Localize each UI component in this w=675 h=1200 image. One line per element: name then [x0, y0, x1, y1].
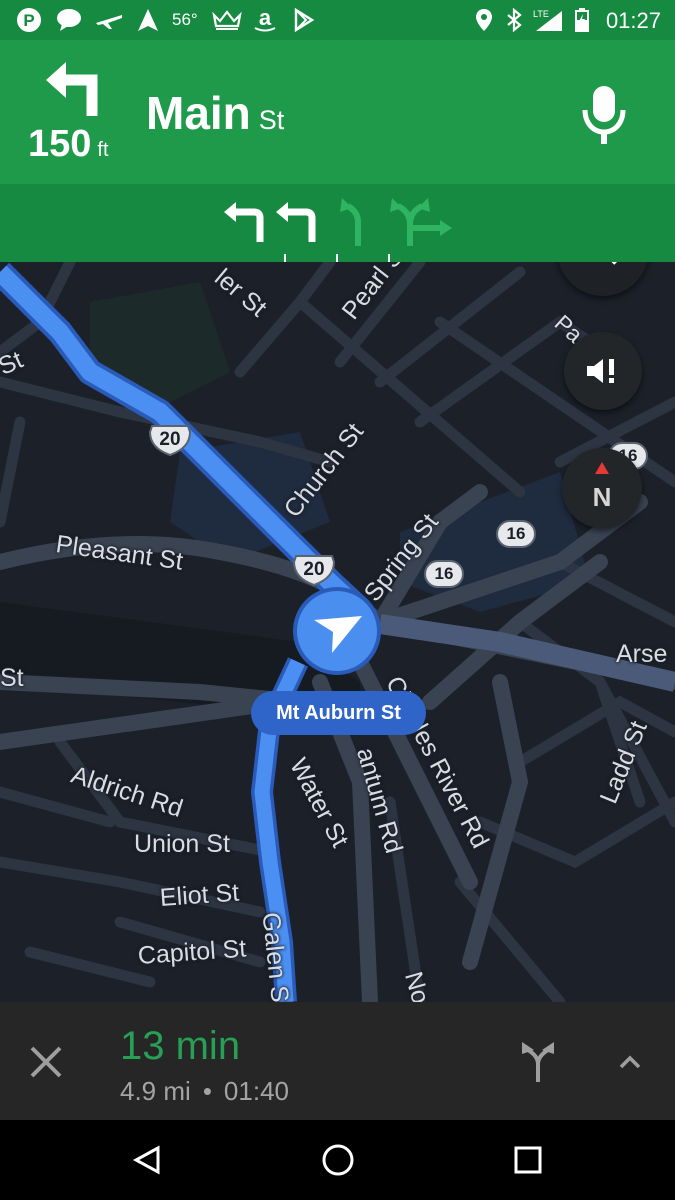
svg-text:N: N [593, 482, 612, 512]
clock-text: 01:27 [605, 8, 661, 33]
cellular-signal-icon: LTE [530, 8, 564, 32]
system-navigation-bar [0, 1120, 675, 1200]
us-route-shield: 20 [292, 554, 336, 587]
lane-divider [388, 254, 390, 262]
home-circle-icon [322, 1144, 354, 1176]
turn-left-arrow-icon [42, 54, 104, 123]
eta-duration: 13 min [120, 1024, 241, 1068]
lane-straight-left-icon [336, 198, 376, 253]
crown-icon [212, 8, 242, 32]
street-label: Union St [134, 830, 230, 858]
distance-value: 150 [28, 123, 92, 165]
location-icon [474, 8, 494, 32]
alternate-routes-button[interactable] [514, 1038, 562, 1086]
svg-text:a: a [259, 7, 272, 30]
navigation-header[interactable]: 150 ft Main St [0, 40, 675, 184]
street-label: Arse [616, 640, 668, 668]
separator-dot: • [202, 1076, 212, 1106]
next-street: Main St [146, 86, 284, 140]
compass-button[interactable]: N [562, 448, 642, 528]
recents-button[interactable] [508, 1140, 548, 1180]
search-icon [611, 262, 617, 265]
expand-panel-button[interactable] [610, 1042, 650, 1082]
voice-search-button[interactable] [578, 80, 630, 150]
trip-distance: 4.9 mi [120, 1076, 191, 1106]
arrival-time: 01:40 [223, 1076, 289, 1106]
current-location-marker [292, 586, 382, 676]
state-route-shield: 16 [424, 560, 464, 588]
pinterest-icon: P [16, 8, 42, 32]
home-button[interactable] [318, 1140, 358, 1180]
lane-left-turn-icon [272, 198, 320, 253]
close-icon [30, 1046, 62, 1078]
route-fork-icon [522, 1042, 554, 1082]
chevron-up-icon [619, 1055, 641, 1069]
street-name: Main [146, 87, 251, 139]
exit-navigation-button[interactable] [22, 1038, 70, 1086]
microphone-icon [582, 86, 626, 144]
battery-icon [574, 8, 590, 32]
back-button[interactable] [128, 1140, 168, 1180]
speaker-alert-icon [587, 359, 614, 383]
status-bar: P 56° a LTE 01:27 [0, 0, 675, 40]
lane-left-turn-icon [220, 198, 268, 253]
lane-guidance-bar [0, 184, 675, 262]
street-label: St [0, 664, 24, 692]
airplane-icon [94, 8, 124, 32]
trip-details: 4.9 mi • 01:40 [120, 1076, 289, 1107]
amazon-icon: a [252, 7, 278, 32]
svg-text:LTE: LTE [533, 9, 549, 19]
us-route-shield: 20 [148, 424, 192, 457]
lane-divider [336, 254, 338, 262]
maneuver-distance: 150 ft [28, 123, 109, 166]
map-view[interactable]: ler St Pearl S St Pa St Church St Spring… [0, 262, 675, 1002]
svg-text:P: P [23, 11, 34, 30]
play-store-icon [292, 8, 316, 32]
sound-alerts-button[interactable] [564, 332, 642, 410]
current-street-label: Mt Auburn St [251, 691, 426, 735]
state-route-shield: 16 [496, 520, 536, 548]
compass-icon: N [593, 462, 612, 512]
street-suffix: St [258, 105, 285, 135]
chat-icon [56, 8, 82, 32]
distance-unit: ft [97, 139, 109, 161]
lane-fork-icon [388, 198, 454, 253]
bluetooth-icon [504, 8, 524, 32]
temperature-text: 56° [172, 10, 198, 29]
lane-divider [284, 254, 286, 262]
trip-summary-panel[interactable]: 13 min 4.9 mi • 01:40 [0, 1002, 675, 1120]
street-label: Eliot St [158, 878, 240, 912]
back-triangle-icon [132, 1145, 160, 1175]
navigation-arrow-icon [136, 8, 160, 32]
recents-square-icon [514, 1146, 542, 1174]
